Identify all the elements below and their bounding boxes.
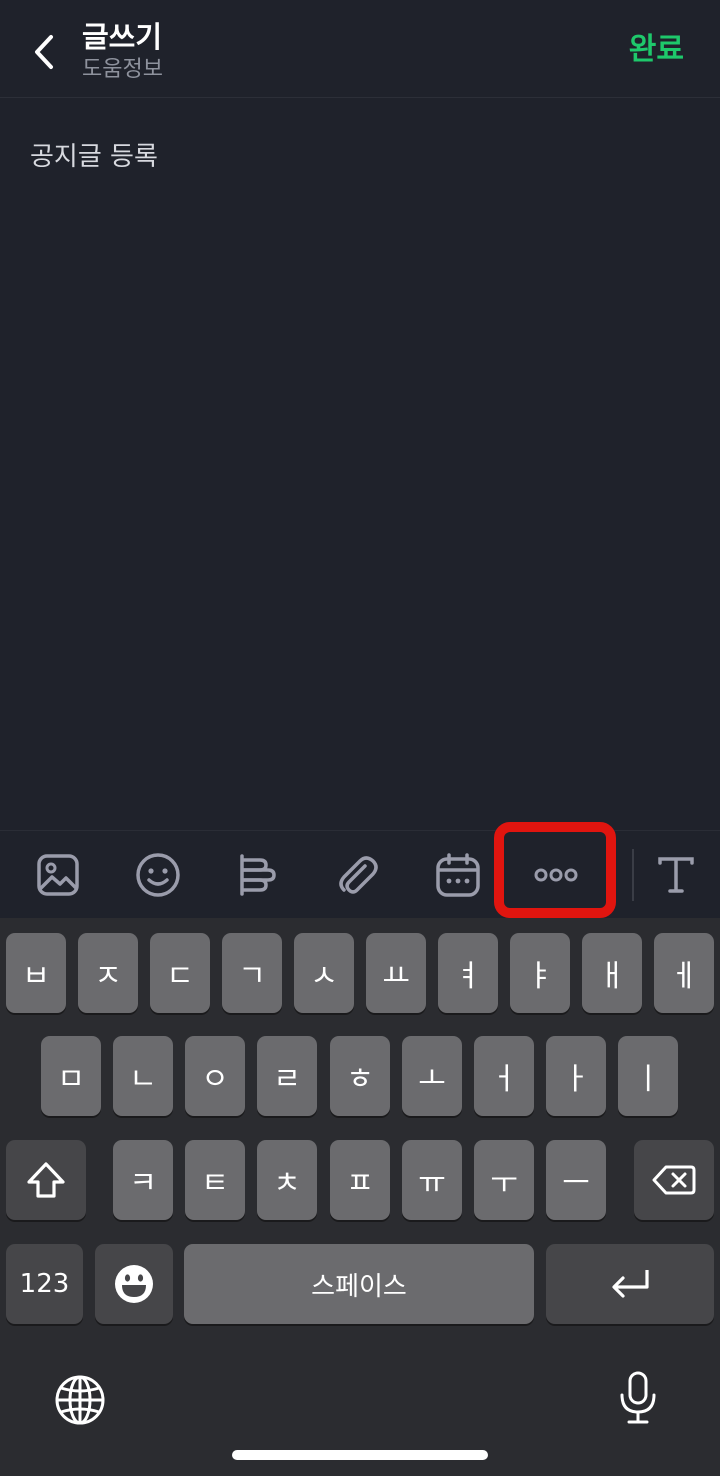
backspace-icon [652,1165,696,1195]
key[interactable]: ㅎ [330,1036,390,1116]
shift-icon [27,1162,65,1198]
emoji-icon [136,853,180,897]
image-icon [37,854,79,896]
header: 글쓰기 도움정보 완료 [0,0,720,98]
emoji-button[interactable] [130,847,186,903]
editor-toolbar [0,830,720,918]
key[interactable]: ㅜ [474,1140,534,1220]
emoji-keyboard-key[interactable] [95,1244,173,1324]
key[interactable]: ㄴ [113,1036,173,1116]
key-label: ㅇ [201,1062,229,1097]
text-format-icon [658,857,694,893]
space-key[interactable]: 스페이스 [184,1244,534,1324]
return-key[interactable] [546,1244,714,1324]
attachment-button[interactable] [330,847,386,903]
home-indicator[interactable] [232,1450,488,1460]
backspace-key[interactable] [634,1140,714,1220]
page-subtitle: 도움정보 [82,57,163,82]
key-label: ㅊ [273,1166,301,1201]
title-block: 글쓰기 도움정보 [82,18,163,84]
more-icon [534,868,578,882]
key-label: ㅠ [418,1166,446,1201]
numbers-key-label: 123 [19,1269,70,1299]
back-button[interactable] [22,28,66,76]
key[interactable]: ㅡ [546,1140,606,1220]
key[interactable]: ㅅ [294,933,354,1013]
image-button[interactable] [30,847,86,903]
page-title: 글쓰기 [82,20,163,54]
keyboard: ㅂ ㅈ ㄷ ㄱ ㅅ ㅛ ㅕ ㅑ ㅐ ㅔ ㅁ ㄴ ㅇ ㄹ ㅎ ㅗ ㅓ ㅏ ㅣ ㅋ … [0,918,720,1476]
key-label: ㅜ [490,1166,518,1201]
key-label: ㅋ [129,1166,157,1201]
key-label: ㅔ [670,959,698,994]
globe-button[interactable] [50,1370,110,1430]
key[interactable]: ㄷ [150,933,210,1013]
key[interactable]: ㅈ [78,933,138,1013]
calendar-icon [436,853,480,897]
key-label: ㅍ [346,1166,374,1201]
globe-icon [55,1375,105,1425]
key[interactable]: ㅌ [185,1140,245,1220]
microphone-icon [620,1371,656,1424]
key[interactable]: ㅂ [6,933,66,1013]
text-format-button[interactable] [648,847,704,903]
key[interactable]: ㅊ [257,1140,317,1220]
key-label: ㅛ [382,959,410,994]
key-label: ㄷ [166,959,194,994]
key-label: ㅂ [22,959,50,994]
editor-placeholder: 공지글 등록 [30,142,158,172]
key-label: ㅓ [490,1062,518,1097]
shift-key[interactable] [6,1140,86,1220]
key-label: ㅈ [94,959,122,994]
attachment-icon [339,856,378,894]
key-label: ㅅ [310,959,338,994]
key-label: ㅁ [57,1062,85,1097]
key[interactable]: ㅇ [185,1036,245,1116]
key[interactable]: ㅑ [510,933,570,1013]
space-key-label: 스페이스 [311,1271,407,1302]
key[interactable]: ㅛ [366,933,426,1013]
key-label: ㅗ [418,1062,446,1097]
key[interactable]: ㅠ [402,1140,462,1220]
align-icon [240,854,276,896]
key-label: ㅑ [526,959,554,994]
key-label: ㄴ [129,1062,157,1097]
key-label: ㅕ [454,959,482,994]
microphone-button[interactable] [608,1368,668,1428]
key[interactable]: ㅕ [438,933,498,1013]
key[interactable]: ㅍ [330,1140,390,1220]
key[interactable]: ㅏ [546,1036,606,1116]
key[interactable]: ㄱ [222,933,282,1013]
key[interactable]: ㅗ [402,1036,462,1116]
more-button[interactable] [528,847,584,903]
done-button[interactable]: 완료 [629,30,684,70]
return-icon [612,1270,649,1298]
key-label: ㅎ [346,1062,374,1097]
key-label: ㅏ [562,1062,590,1097]
key-label: ㅡ [562,1166,590,1201]
emoji-keyboard-icon [115,1265,153,1303]
align-button[interactable] [230,847,286,903]
key-label: ㅐ [598,959,626,994]
key[interactable]: ㅋ [113,1140,173,1220]
key[interactable]: ㅔ [654,933,714,1013]
post-editor[interactable]: 공지글 등록 [0,99,720,830]
calendar-button[interactable] [430,847,486,903]
key[interactable]: ㅁ [41,1036,101,1116]
toolbar-divider [632,849,634,901]
key[interactable]: ㅐ [582,933,642,1013]
key-label: ㅣ [634,1062,662,1097]
numbers-key[interactable]: 123 [6,1244,83,1324]
key[interactable]: ㅣ [618,1036,678,1116]
key-label: ㄱ [238,959,266,994]
key-label: ㅌ [201,1166,229,1201]
key-label: ㄹ [273,1062,301,1097]
chevron-left-icon [35,35,53,69]
key[interactable]: ㄹ [257,1036,317,1116]
key[interactable]: ㅓ [474,1036,534,1116]
